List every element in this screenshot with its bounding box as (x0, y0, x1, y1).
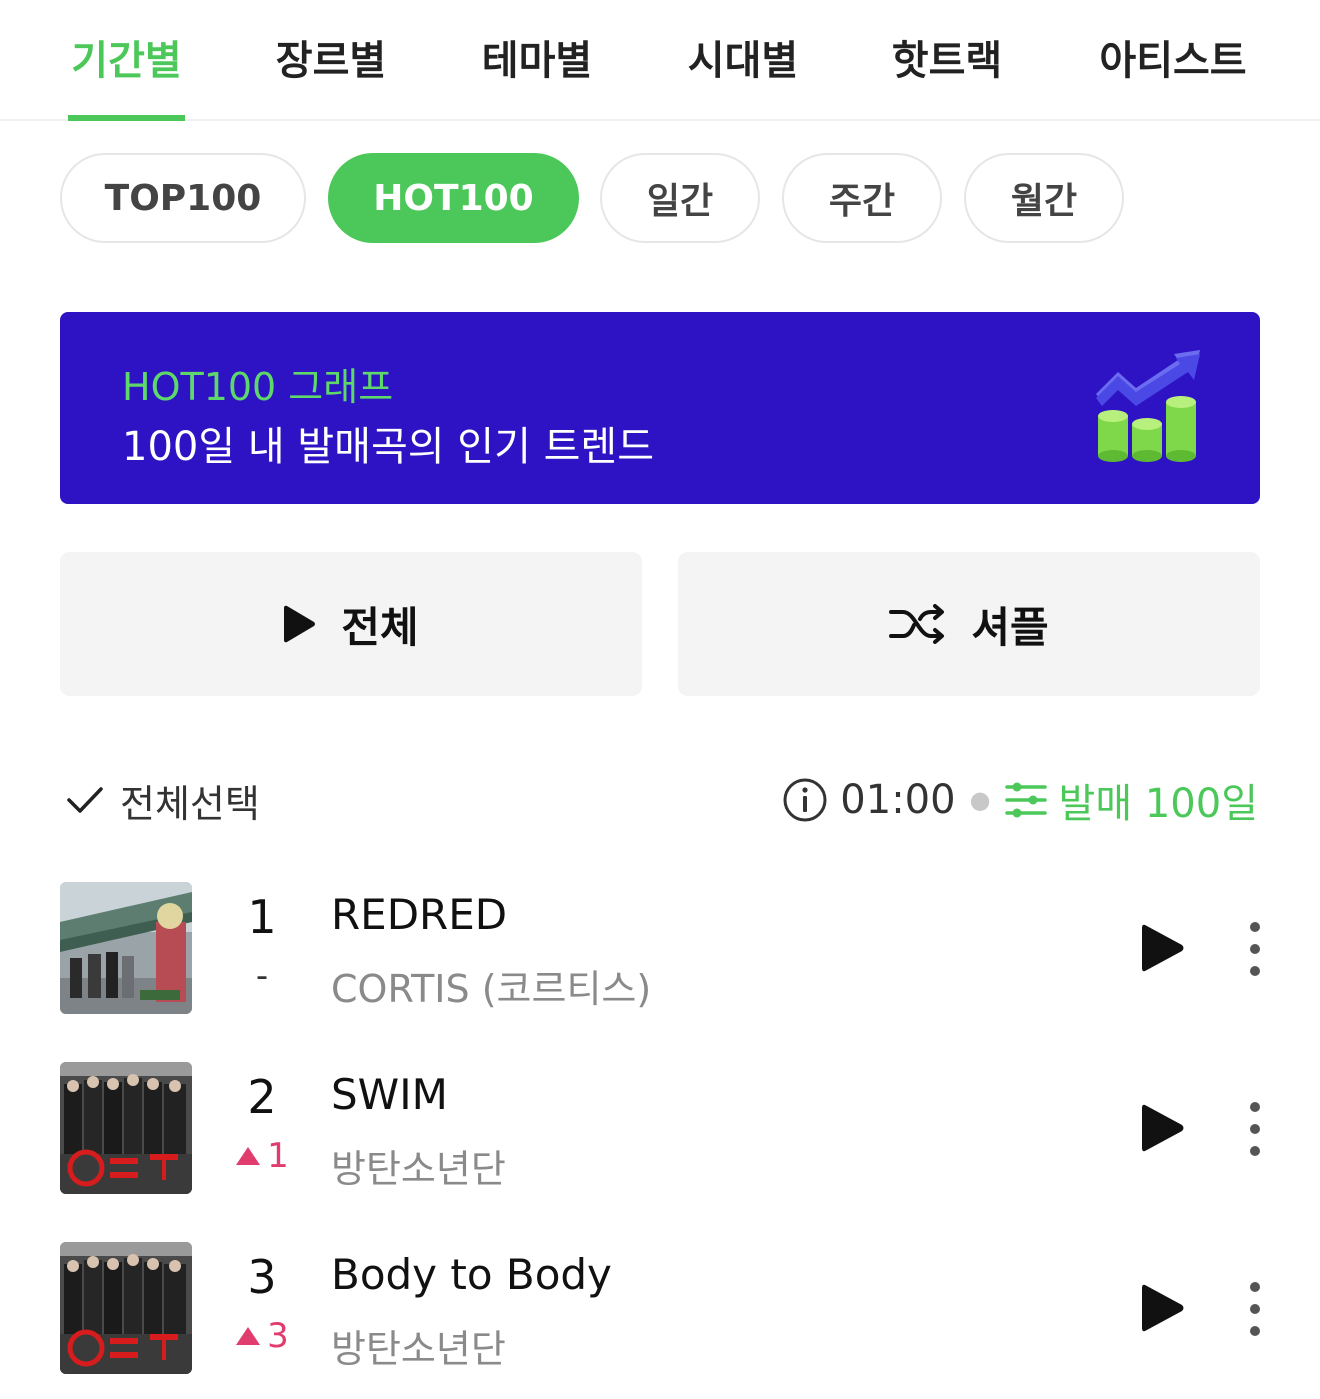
rank-number: 3 (247, 1250, 277, 1304)
tab-by-era[interactable]: 시대별 (684, 28, 802, 121)
hot100-graph-banner[interactable]: HOT100 그래프 100일 내 발매곡의 인기 트렌드 (60, 312, 1260, 504)
tab-by-era-label: 시대별 (687, 38, 799, 84)
play-icon[interactable] (1140, 1102, 1186, 1154)
banner-title: HOT100 그래프 (122, 365, 394, 409)
tab-by-theme[interactable]: 테마별 (478, 28, 596, 121)
tab-artist-label: 아티스트 (1099, 38, 1247, 84)
pill-hot100[interactable]: HOT100 (328, 153, 579, 243)
pill-daily[interactable]: 일간 (600, 153, 760, 243)
select-all-toggle[interactable]: 전체선택 (66, 772, 260, 828)
rank-change: 3 (222, 1316, 302, 1356)
rank-change-value: 1 (267, 1136, 289, 1176)
play-all-label: 전체 (341, 602, 419, 652)
tab-by-genre[interactable]: 장르별 (272, 28, 390, 121)
update-time: 01:00 (840, 777, 956, 823)
rank-up-icon (236, 1147, 261, 1165)
pill-monthly[interactable]: 월간 (964, 153, 1124, 243)
track-artist[interactable]: CORTIS (코르티스) (331, 958, 651, 1013)
checkmark-icon (67, 787, 103, 813)
album-cover[interactable] (60, 1062, 192, 1194)
play-icon[interactable] (1140, 1282, 1186, 1334)
filter-sliders-icon (1004, 782, 1047, 818)
pill-daily-label: 일간 (646, 181, 714, 222)
rank-change-value: - (255, 956, 269, 996)
tab-by-genre-label: 장르별 (275, 38, 387, 84)
top-tab-bar: 기간별 장르별 테마별 시대별 핫트랙 아티스트 (0, 0, 1320, 121)
more-options-icon[interactable] (1240, 1280, 1270, 1338)
more-options-icon[interactable] (1240, 920, 1270, 978)
rank-number: 2 (247, 1070, 277, 1124)
pill-top100-label: TOP100 (104, 177, 262, 219)
tab-artist[interactable]: 아티스트 (1094, 28, 1252, 121)
tab-by-theme-label: 테마별 (481, 38, 593, 84)
play-all-button[interactable]: 전체 (60, 552, 642, 696)
tab-by-period-label: 기간별 (71, 38, 182, 84)
track-artist[interactable]: 방탄소년단 (331, 1318, 506, 1373)
album-cover[interactable] (60, 882, 192, 1014)
track-title[interactable]: Body to Body (331, 1250, 612, 1299)
shuffle-label: 셔플 (971, 602, 1049, 652)
chart-row[interactable]: 2 1 SWIM 방탄소년단 (0, 1062, 1320, 1196)
album-cover[interactable] (60, 1242, 192, 1374)
select-all-label: 전체선택 (120, 781, 260, 826)
track-title[interactable]: REDRED (331, 890, 507, 939)
play-icon (284, 605, 316, 643)
active-tab-indicator (68, 115, 185, 121)
pill-hot100-label: HOT100 (373, 177, 534, 219)
chart-row[interactable]: 3 3 Body to Body 방탄소년단 (0, 1242, 1320, 1376)
rank-change: - (222, 956, 302, 996)
pill-weekly-label: 주간 (828, 181, 896, 222)
chart-row[interactable]: 1 - REDRED CORTIS (코르티스) (0, 882, 1320, 1016)
chart-meta: 01:00 ● 발매 100일 (782, 772, 1258, 828)
rank-up-icon (236, 1327, 261, 1345)
pill-top100[interactable]: TOP100 (60, 153, 306, 243)
separator-dot: ● (969, 786, 991, 814)
track-title[interactable]: SWIM (331, 1070, 448, 1119)
pill-monthly-label: 월간 (1010, 181, 1078, 222)
release-filter-label: 발매 100일 (1058, 781, 1258, 827)
shuffle-icon (889, 604, 945, 644)
trend-chart-icon (1096, 350, 1200, 462)
tab-hot-tracks[interactable]: 핫트랙 (888, 28, 1006, 121)
play-icon[interactable] (1140, 922, 1186, 974)
pill-weekly[interactable]: 주간 (782, 153, 942, 243)
more-options-icon[interactable] (1240, 1100, 1270, 1158)
shuffle-button[interactable]: 셔플 (678, 552, 1260, 696)
rank-number: 1 (247, 890, 277, 944)
tab-hot-tracks-label: 핫트랙 (891, 38, 1003, 84)
banner-subtitle: 100일 내 발매곡의 인기 트렌드 (122, 424, 655, 470)
track-artist[interactable]: 방탄소년단 (331, 1138, 506, 1193)
rank-change-value: 3 (267, 1316, 289, 1356)
release-filter-button[interactable]: 발매 100일 (1004, 771, 1258, 829)
rank-change: 1 (222, 1136, 302, 1176)
info-icon[interactable] (782, 777, 828, 823)
tab-by-period[interactable]: 기간별 (68, 28, 185, 121)
